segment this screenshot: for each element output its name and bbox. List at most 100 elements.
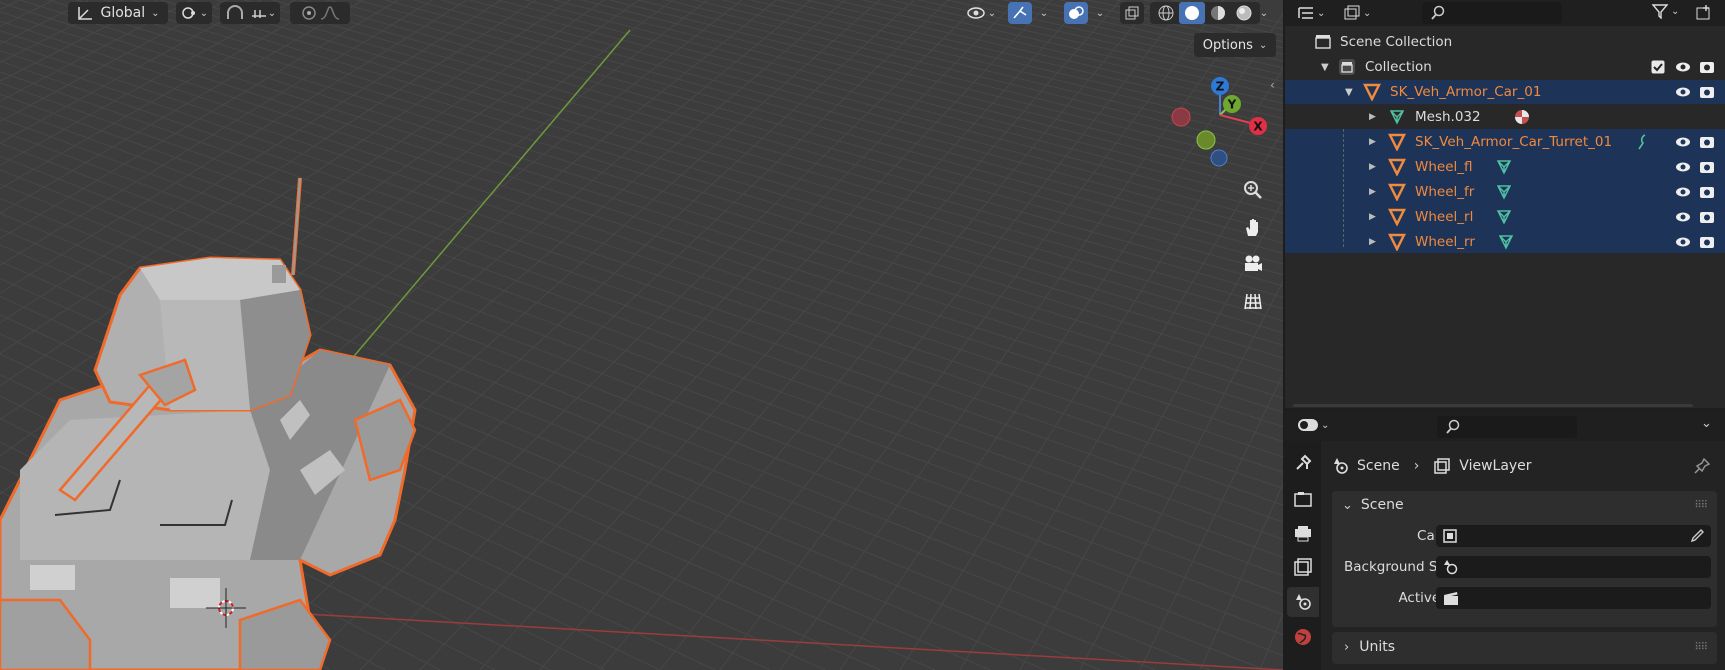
expand-triangle-icon[interactable]: ▶ [1369,187,1376,197]
camera-field[interactable] [1436,525,1711,547]
background-scene-field[interactable] [1436,556,1711,578]
properties-search-input[interactable] [1437,416,1577,438]
sidebar-toggle-icon[interactable]: ‹ [1270,78,1275,92]
shading-dropdown[interactable]: ⌄ [1254,2,1274,24]
camera-render-icon[interactable] [1699,84,1715,100]
navigation-gizmo[interactable]: Z Y X [1160,70,1270,180]
drag-handle-icon[interactable]: ⠿⠿ [1694,500,1708,511]
3d-viewport[interactable]: Global ⌄ ⌄ ⌄ ⌄ ⌄ ⌄ ⌄ Options ⌄ ‹ Z Y X [0,0,1283,670]
xray-toggle[interactable] [1120,2,1144,24]
chevron-down-icon: ⌄ [1342,497,1353,513]
filter-dropdown[interactable]: ⌄ [1651,3,1679,19]
gizmo-x-label: X [1253,120,1263,134]
display-mode-dropdown[interactable]: ⌄ [1343,3,1379,23]
checkbox-icon[interactable] [1651,60,1665,74]
scene-panel-header[interactable]: ⌄ Scene ⠿⠿ [1332,491,1717,519]
eye-icon[interactable] [1675,160,1691,174]
scene-icon [1331,457,1349,475]
expand-triangle-icon[interactable]: ▶ [1369,112,1376,122]
object-label: SK_Veh_Armor_Car_Turret_01 [1415,134,1613,150]
filter-icon [1651,3,1669,19]
visibility-dropdown[interactable]: ⌄ [960,2,1002,24]
zoom-button[interactable] [1238,175,1268,205]
render-tab-icon[interactable] [1293,489,1313,509]
camera-render-icon[interactable] [1699,209,1715,225]
expand-triangle-icon[interactable]: ▶ [1369,237,1376,247]
snap-target-icon [250,6,268,20]
drag-handle-icon[interactable]: ⠿⠿ [1694,642,1708,653]
camera-render-icon[interactable] [1699,184,1715,200]
snap-toggle[interactable]: ⌄ [220,2,280,24]
active-clip-field[interactable] [1436,587,1711,609]
expand-triangle-icon[interactable]: ▼ [1345,87,1353,98]
mesh-data-icon [1495,183,1513,201]
editor-type-dropdown[interactable]: ⌄ [1297,416,1329,434]
eye-icon[interactable] [1675,60,1691,74]
falloff-icon [319,5,341,21]
camera-render-icon[interactable] [1699,234,1715,250]
pan-button[interactable] [1238,212,1268,242]
view-layer-icon [1433,457,1451,475]
camera-view-button[interactable] [1238,249,1268,279]
camera-render-icon[interactable] [1699,59,1715,75]
world-tab-icon[interactable] [1293,627,1313,647]
new-collection-icon [1695,3,1713,21]
expand-triangle-icon[interactable]: ▶ [1369,212,1376,222]
scene-collection-label: Scene Collection [1340,34,1453,50]
eye-icon[interactable] [1675,85,1691,99]
eyedropper-icon[interactable] [1689,528,1705,544]
clip-icon [1442,590,1460,606]
outliner-row-wheel-fr[interactable]: ▶ Wheel_fr [1285,180,1725,204]
pivot-point-dropdown[interactable]: ⌄ [176,2,212,24]
gizmo-dropdown[interactable]: ⌄ [1034,2,1054,24]
proportional-edit-icon [299,5,319,21]
mesh-label: Mesh.032 [1415,109,1481,125]
pin-icon[interactable] [1693,457,1711,475]
camera-view-icon [1242,253,1264,275]
editor-type-dropdown[interactable]: ⌄ [1297,3,1333,23]
material-shading-icon[interactable] [1205,4,1231,22]
expand-triangle-icon[interactable]: ▶ [1369,162,1376,172]
ortho-toggle-button[interactable] [1238,286,1268,316]
snap-icon [224,5,246,21]
solid-shading-icon[interactable] [1179,2,1205,24]
outliner-row-armor-car[interactable]: ▼ SK_Veh_Armor_Car_01 [1285,80,1725,104]
gizmo-icon [1011,5,1029,21]
outliner-scrollbar[interactable] [1293,404,1693,407]
wireframe-shading-icon[interactable] [1153,4,1179,22]
outliner-row-mesh[interactable]: ▶ Mesh.032 [1285,105,1725,129]
outliner-row-wheel-rl[interactable]: ▶ Wheel_rl [1285,205,1725,229]
outliner-row-wheel-fl[interactable]: ▶ Wheel_fl [1285,155,1725,179]
gizmo-z-label: Z [1216,80,1225,94]
camera-render-icon[interactable] [1699,159,1715,175]
mesh-data-icon [1495,208,1513,226]
eye-icon[interactable] [1675,185,1691,199]
new-collection-button[interactable] [1695,3,1713,21]
object-label: Wheel_rl [1415,209,1474,225]
eye-icon[interactable] [1675,210,1691,224]
outliner-row-turret[interactable]: ▶ SK_Veh_Armor_Car_Turret_01 [1285,130,1725,154]
overlay-dropdown[interactable]: ⌄ [1090,2,1110,24]
overlay-toggle[interactable] [1064,2,1088,24]
camera-render-icon[interactable] [1699,134,1715,150]
eye-icon[interactable] [1675,235,1691,249]
outliner-row-collection[interactable]: ▼ Collection [1285,55,1725,79]
outliner-row-wheel-rr[interactable]: ▶ Wheel_rr [1285,230,1725,254]
eye-icon[interactable] [1675,135,1691,149]
breadcrumb: Scene › ViewLayer [1331,455,1532,477]
armature-object-icon [1388,158,1406,176]
viewport-scene[interactable] [0,0,1283,670]
options-dropdown[interactable]: Options ⌄ [1194,33,1276,57]
gizmo-toggle[interactable] [1008,2,1032,24]
outliner-search-input[interactable] [1422,2,1562,24]
object-label: Wheel_rr [1415,234,1475,250]
outliner-row-scene-collection[interactable]: Scene Collection [1285,30,1725,54]
view-layer-icon [1343,5,1361,21]
tool-tab-icon[interactable] [1293,453,1313,473]
proportional-edit-toggle[interactable] [290,2,350,24]
chevron-down-icon[interactable]: ⌄ [1701,416,1712,431]
units-panel[interactable]: › Units ⠿⠿ [1332,632,1717,664]
expand-triangle-icon[interactable]: ▶ [1369,137,1376,147]
expand-triangle-icon[interactable]: ▼ [1321,62,1329,73]
transform-orientation-dropdown[interactable]: Global ⌄ [68,2,168,24]
